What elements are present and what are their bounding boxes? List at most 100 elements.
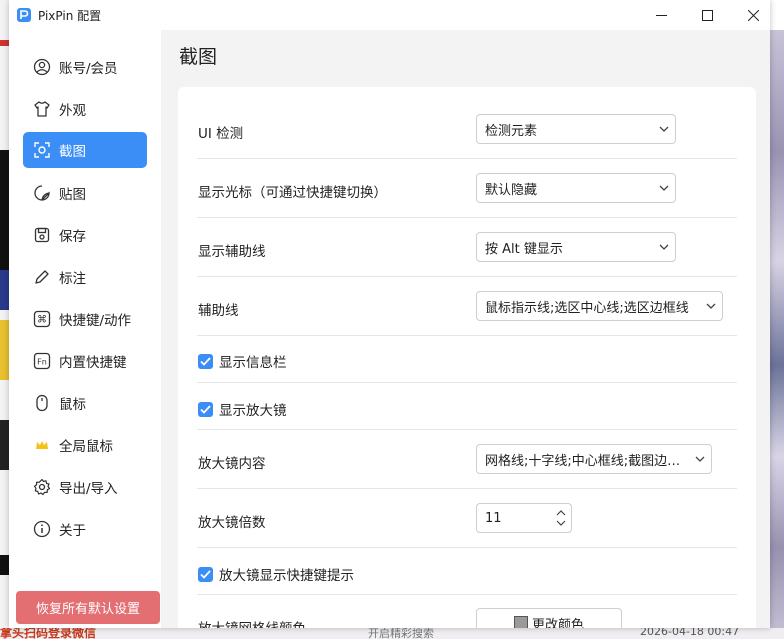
chevron-down-icon: [653, 126, 675, 132]
pin-icon: [32, 183, 52, 203]
magnifier-hotkey-tips-checkbox[interactable]: 放大镜显示快捷键提示: [198, 564, 354, 584]
close-button[interactable]: [730, 0, 770, 30]
sidebar-item-label: 贴图: [59, 187, 86, 203]
change-color-button[interactable]: 更改颜色: [476, 608, 622, 628]
sidebar-item-label: 标注: [59, 271, 86, 287]
fn-key-icon: Fn: [32, 351, 52, 371]
sidebar-item-export-import[interactable]: 导出/导入: [23, 469, 147, 505]
magnifier-grid-color-label: 放大镜网格线颜色: [198, 617, 306, 628]
sidebar-item-label: 全局鼠标: [59, 439, 113, 455]
sidebar-item-label: 快捷键/动作: [59, 313, 132, 329]
show-magnifier-checkbox[interactable]: 显示放大镜: [198, 399, 287, 419]
sidebar-item-label: 账号/会员: [59, 61, 118, 77]
save-icon: [32, 225, 52, 245]
mouse-icon: [32, 393, 52, 413]
select-value: 按 Alt 键显示: [485, 241, 563, 257]
ui-detect-label: UI 检测: [198, 126, 244, 142]
sidebar-item-label: 关于: [59, 523, 86, 539]
checkbox-checked-icon[interactable]: [198, 566, 213, 582]
checkbox-label: 显示信息栏: [219, 355, 287, 371]
spin-up-icon[interactable]: [556, 510, 566, 516]
checkbox-checked-icon[interactable]: [198, 401, 213, 417]
show-info-bar-checkbox[interactable]: 显示信息栏: [198, 351, 287, 371]
background-text: 开启精彩搜索: [368, 628, 434, 639]
screenshot-icon: [32, 140, 52, 160]
sidebar-item-about[interactable]: 关于: [23, 511, 147, 547]
desktop-background-left: [0, 0, 9, 639]
chevron-down-icon: [700, 303, 722, 309]
command-key-icon: ⌘: [32, 309, 52, 329]
desktop-background-bottom: 拿头扫码登录微信 开启精彩搜索 2026-04-18 00:47: [0, 628, 784, 639]
pencil-icon: [32, 267, 52, 287]
sidebar-item-label: 保存: [59, 229, 86, 245]
divider: [197, 594, 737, 595]
magnifier-zoom-spinbox[interactable]: 11: [476, 503, 572, 533]
sidebar-item-label: 导出/导入: [59, 481, 118, 497]
select-value: 鼠标指示线;选区中心线;选区边框线: [485, 300, 689, 316]
show-cursor-label: 显示光标（可通过快捷键切换）: [198, 185, 387, 201]
sidebar-item-account[interactable]: 账号/会员: [23, 49, 147, 85]
spinbox-value: 11: [485, 510, 502, 526]
user-circle-icon: [32, 57, 52, 77]
close-icon: [747, 9, 759, 21]
show-guides-label: 显示辅助线: [198, 244, 266, 260]
sidebar: 账号/会员 外观 截图 贴图 保存 标注 ⌘ 快捷键/动作 Fn 内置快捷键 鼠…: [9, 30, 161, 628]
select-value: 网格线;十字线;中心框线;截图边框线: [485, 453, 689, 469]
sidebar-item-global-mouse[interactable]: 全局鼠标: [23, 427, 147, 463]
window-title: PixPin 配置: [38, 9, 102, 23]
magnifier-zoom-label: 放大镜倍数: [198, 515, 266, 531]
crown-icon: [32, 435, 52, 455]
main-content: 截图 UI 检测 检测元素 显示光标（可通过快捷键切换） 默认隐藏 显示辅助线 …: [161, 30, 770, 628]
settings-window: PixPin 配置 账号/会员 外观 截图 贴图 保存 标注 ⌘ 快捷键/动作 …: [9, 0, 770, 628]
checkbox-checked-icon[interactable]: [198, 353, 213, 369]
sidebar-item-pin[interactable]: 贴图: [23, 175, 147, 211]
divider: [197, 158, 737, 159]
chevron-down-icon: [689, 456, 711, 462]
minimize-icon: [655, 14, 667, 16]
divider: [197, 276, 737, 277]
sidebar-item-builtin-hotkeys[interactable]: Fn 内置快捷键: [23, 343, 147, 379]
guides-select[interactable]: 鼠标指示线;选区中心线;选区边框线: [476, 291, 723, 321]
svg-text:Fn: Fn: [37, 358, 47, 367]
sidebar-item-label: 截图: [59, 144, 86, 160]
button-label: 更改颜色: [531, 617, 584, 629]
divider: [197, 429, 737, 430]
guides-label: 辅助线: [198, 303, 239, 319]
spin-down-icon[interactable]: [556, 520, 566, 526]
select-value: 检测元素: [485, 123, 538, 139]
sidebar-item-hotkeys[interactable]: ⌘ 快捷键/动作: [23, 301, 147, 337]
checkbox-label: 放大镜显示快捷键提示: [219, 568, 354, 584]
shirt-icon: [32, 99, 52, 119]
svg-text:⌘: ⌘: [37, 315, 47, 326]
sidebar-item-appearance[interactable]: 外观: [23, 91, 147, 127]
show-guides-select[interactable]: 按 Alt 键显示: [476, 232, 676, 262]
background-text: 2026-04-18 00:47: [640, 628, 740, 638]
maximize-icon: [701, 9, 713, 21]
sidebar-item-save[interactable]: 保存: [23, 217, 147, 253]
divider: [197, 382, 737, 383]
divider: [197, 217, 737, 218]
sidebar-item-label: 内置快捷键: [59, 355, 127, 371]
divider: [197, 335, 737, 336]
divider: [197, 547, 737, 548]
sidebar-item-annotate[interactable]: 标注: [23, 259, 147, 295]
minimize-button[interactable]: [638, 0, 684, 30]
pixpin-logo-icon: [17, 8, 31, 22]
sidebar-item-label: 鼠标: [59, 397, 86, 413]
ui-detect-select[interactable]: 检测元素: [476, 114, 676, 144]
show-cursor-select[interactable]: 默认隐藏: [476, 173, 676, 203]
reset-defaults-button[interactable]: 恢复所有默认设置: [16, 591, 160, 624]
maximize-button[interactable]: [684, 0, 730, 30]
title-bar[interactable]: PixPin 配置: [9, 0, 770, 30]
color-swatch: [513, 616, 528, 628]
info-icon: [32, 519, 52, 539]
magnifier-content-select[interactable]: 网格线;十字线;中心框线;截图边框线: [476, 444, 712, 474]
settings-panel: UI 检测 检测元素 显示光标（可通过快捷键切换） 默认隐藏 显示辅助线 按 A…: [178, 87, 756, 628]
magnifier-content-label: 放大镜内容: [198, 456, 266, 472]
sidebar-item-screenshot[interactable]: 截图: [23, 132, 147, 168]
background-text: 拿头扫码登录微信: [0, 628, 97, 639]
select-value: 默认隐藏: [485, 182, 538, 198]
divider: [197, 488, 737, 489]
sidebar-item-label: 外观: [59, 103, 86, 119]
sidebar-item-mouse[interactable]: 鼠标: [23, 385, 147, 421]
